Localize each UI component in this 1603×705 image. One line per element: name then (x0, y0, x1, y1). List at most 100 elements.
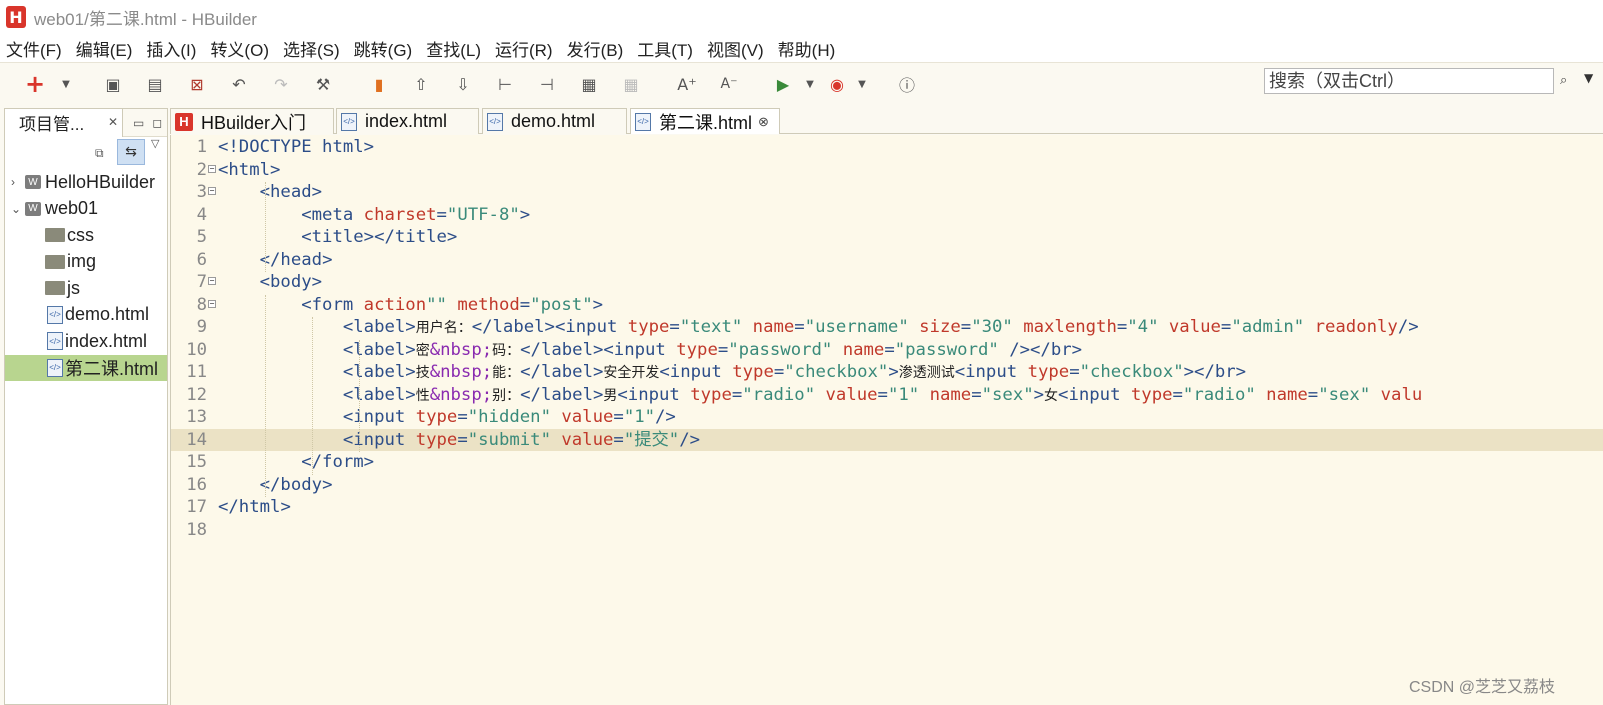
code-text: <body> (259, 272, 323, 292)
editor-tab[interactable]: </> demo.html (482, 108, 627, 134)
code-line[interactable]: 16 </body> (171, 474, 1603, 497)
code-line[interactable]: 7− <body> (171, 271, 1603, 294)
line-number: 5 (196, 227, 207, 247)
uncomment-icon[interactable]: ▦ (620, 73, 642, 95)
code-text: <input type="hidden" value="1"/> (342, 407, 676, 427)
code-line[interactable]: 12 <label>性&nbsp;别：</label>男<input type=… (171, 384, 1603, 407)
new-icon[interactable]: + (24, 70, 46, 98)
line-number: 9 (196, 317, 207, 337)
tree-item[interactable]: img (5, 249, 167, 276)
menu-item-11[interactable]: 帮助(H) (778, 36, 836, 61)
close-icon[interactable]: ✕ (108, 115, 118, 129)
tree-item[interactable]: ⌄ Wweb01 (5, 196, 167, 223)
tree-item[interactable]: </> 第二课.html (5, 354, 167, 381)
new-dropdown-icon[interactable]: ▼ (60, 73, 72, 95)
code-line[interactable]: 10 <label>密&nbsp;码：</label><input type="… (171, 339, 1603, 362)
view-menu-icon[interactable]: ▽ (151, 137, 159, 150)
browser-icon[interactable]: ◉ (826, 73, 848, 95)
prev-bookmark-icon[interactable]: ⇧ (410, 73, 432, 95)
code-line[interactable]: 15 </form> (171, 451, 1603, 474)
close-file-icon[interactable]: ⊠ (186, 73, 208, 95)
close-tab-icon[interactable]: ⊗ (758, 114, 769, 130)
menu-item-5[interactable]: 跳转(G) (354, 36, 413, 61)
align-left-icon[interactable]: ⊢ (494, 73, 516, 95)
code-line[interactable]: 2− <html> (171, 159, 1603, 182)
run-dropdown-icon[interactable]: ▼ (804, 73, 816, 95)
run-icon[interactable]: ▶ (772, 73, 794, 95)
code-line[interactable]: 4 <meta charset="UTF-8"> (171, 204, 1603, 227)
code-text: <label>性&nbsp;别：</label>男<input type="ra… (342, 384, 1423, 405)
project-manager-tab[interactable]: 项目管... ✕ (5, 108, 123, 137)
tree-item[interactable]: js (5, 275, 167, 302)
line-number: 3 (196, 182, 207, 202)
minimize-icon[interactable]: ▭ (133, 116, 144, 130)
menu-item-4[interactable]: 选择(S) (283, 36, 340, 61)
tree-item[interactable]: </> demo.html (5, 302, 167, 329)
font-increase-icon[interactable]: A⁺ (676, 73, 698, 95)
search-icon[interactable]: ⌕ (1560, 73, 1567, 88)
line-number: 13 (186, 407, 207, 427)
line-number: 7 (196, 272, 207, 292)
code-line[interactable]: 3− <head> (171, 181, 1603, 204)
code-line[interactable]: 5 <title></title> (171, 226, 1603, 249)
fold-toggle-icon[interactable]: − (208, 187, 216, 195)
editor-tab[interactable]: H HBuilder入门 (170, 108, 334, 134)
format-icon[interactable]: ⚒ (312, 73, 334, 95)
code-line[interactable]: 1 <!DOCTYPE html> (171, 136, 1603, 159)
link-editor-icon[interactable]: ⇆ (117, 139, 145, 165)
undo-icon[interactable]: ↶ (228, 73, 250, 95)
menu-item-0[interactable]: 文件(F) (6, 36, 62, 61)
hbuilder-icon: H (175, 112, 193, 131)
code-line[interactable]: 13 <input type="hidden" value="1"/> (171, 406, 1603, 429)
hbuilder-logo-icon: H (6, 6, 26, 28)
indent-guide (265, 182, 266, 272)
menu-item-3[interactable]: 转义(O) (210, 36, 269, 61)
save-icon[interactable]: ▣ (102, 73, 124, 95)
menu-item-6[interactable]: 查找(L) (426, 36, 481, 61)
tree-item[interactable]: </> index.html (5, 328, 167, 355)
search-input[interactable]: 搜索（双击Ctrl） (1264, 68, 1554, 94)
tree-item[interactable]: css (5, 222, 167, 249)
menu-item-8[interactable]: 发行(B) (567, 36, 624, 61)
project-panel-header: 项目管... ✕ ▭ ◻ (5, 108, 167, 137)
fold-toggle-icon[interactable]: − (208, 164, 216, 173)
align-right-icon[interactable]: ⊣ (536, 73, 558, 95)
editor-tab-label: demo.html (511, 111, 596, 131)
menu-item-1[interactable]: 编辑(E) (76, 36, 133, 61)
tree-item[interactable]: › W HelloHBuilder (5, 169, 167, 196)
save-all-icon[interactable]: ▤ (144, 73, 166, 95)
line-number: 12 (186, 384, 207, 405)
code-line[interactable]: 18 (171, 519, 1603, 542)
redo-icon[interactable]: ↷ (270, 73, 292, 95)
info-icon[interactable]: ⓘ (896, 73, 918, 95)
line-number: 15 (186, 452, 207, 472)
next-bookmark-icon[interactable]: ⇩ (452, 73, 474, 95)
code-line[interactable]: 8− <form action"" method="post"> (171, 294, 1603, 317)
maximize-icon[interactable]: ◻ (152, 116, 162, 130)
menu-item-7[interactable]: 运行(R) (495, 36, 553, 61)
editor: H HBuilder入门 </> index.html </> demo.html </> 第… (170, 108, 1603, 705)
editor-tab[interactable]: </> 第二课.html ⊗ (630, 108, 780, 134)
line-number: 10 (186, 339, 207, 360)
menu-item-9[interactable]: 工具(T) (637, 36, 693, 61)
code-line[interactable]: 17 </html> (171, 496, 1603, 519)
code-line[interactable]: 14 <input type="submit" value="提交"/> (171, 428, 1603, 451)
menu-item-2[interactable]: 插入(I) (146, 36, 196, 61)
browser-dropdown-icon[interactable]: ▼ (856, 73, 868, 95)
fold-toggle-icon[interactable]: − (208, 277, 216, 285)
comment-icon[interactable]: ▦ (578, 73, 600, 95)
bookmark-icon[interactable]: ▮ (368, 73, 390, 95)
project-panel: 项目管... ✕ ▭ ◻ ⧉ ⇆ ▽ › W HelloHBuilder ⌄ Wweb0… (4, 108, 168, 705)
code-line[interactable]: 9 <label>用户名：</label><input type="text" … (171, 316, 1603, 339)
menu-item-10[interactable]: 视图(V) (707, 36, 764, 61)
chevron-right-icon[interactable]: › (11, 175, 25, 189)
fold-toggle-icon[interactable]: − (208, 299, 216, 308)
code-line[interactable]: 11 <label>技&nbsp;能：</label>安全开发<input ty… (171, 361, 1603, 384)
font-decrease-icon[interactable]: A⁻ (718, 73, 740, 95)
chevron-down-icon[interactable]: ⌄ (11, 202, 25, 216)
code-line[interactable]: 6 </head> (171, 249, 1603, 272)
search-dropdown-icon[interactable]: ▼ (1584, 71, 1593, 85)
code-editor[interactable]: 18 17 </html> 16 </body> 15 </form> 14 <input… (170, 135, 1603, 705)
collapse-all-icon[interactable]: ⧉ (95, 146, 104, 161)
editor-tab[interactable]: </> index.html (336, 108, 479, 134)
